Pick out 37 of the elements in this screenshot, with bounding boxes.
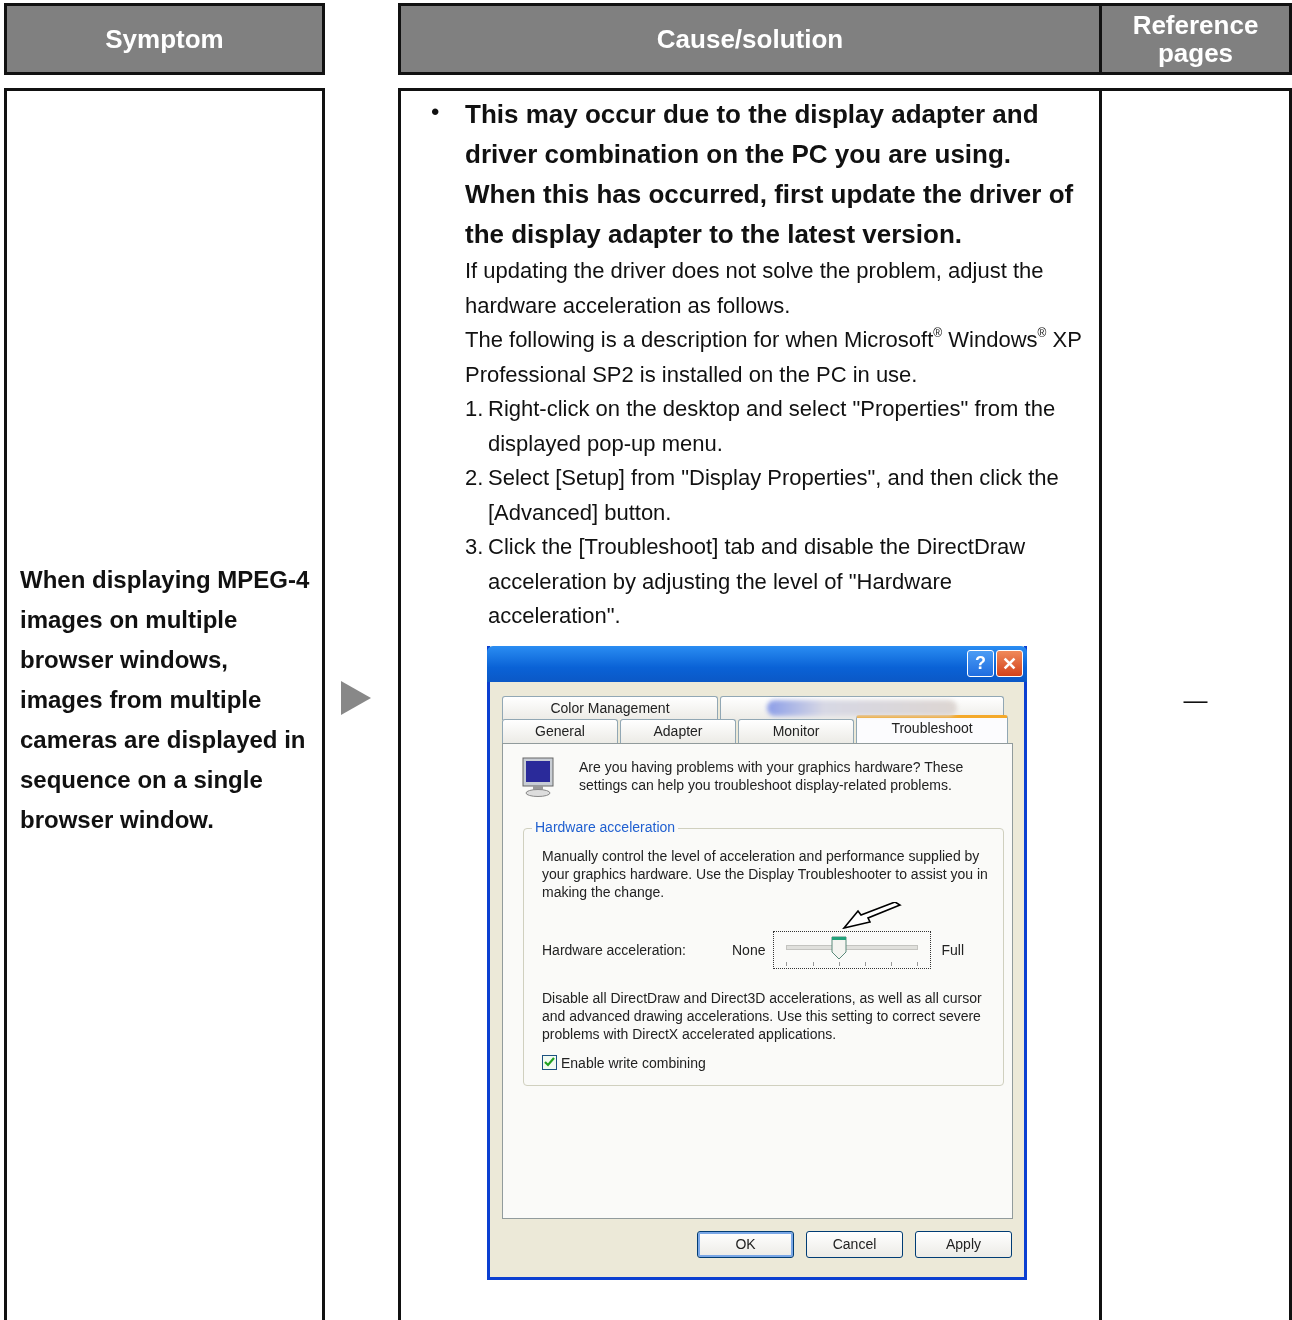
group-title: Hardware acceleration — [532, 818, 679, 835]
step-text: Click the [Troubleshoot] tab and disable the DirectDraw acceleration by adjusting the level of "Hardware acceleration". — [488, 533, 1027, 630]
column-header: Cause/solution — [398, 3, 1102, 75]
tab[interactable]: Troubleshoot — [856, 714, 1008, 743]
column-header: Symptom — [4, 3, 325, 75]
tab[interactable]: Monitor — [738, 718, 854, 743]
slider[interactable] — [773, 930, 932, 969]
intro-text: Are you having problems with your graphics hardware? These settings can help you troubleshoot display-related problems. — [579, 757, 965, 794]
pointer-arrow — [842, 901, 902, 929]
description-text: Manually control the level of acceleration and performance supplied by your graphics hardware. Use the Display Troubleshooter to assist you in making the change. — [542, 846, 989, 901]
paragraph: If updating the driver does not solve the problem, adjust the hardware acceleration as follows. — [465, 257, 1045, 320]
slider-min-label: None — [732, 941, 766, 958]
paragraph: The following is a description for when Microsoft$^{®}$ Windows$^{®}$ XP Professional SP2 is installed on the PC in use. — [465, 325, 1083, 389]
step-number: 1. — [465, 395, 485, 423]
step-number: 3. — [465, 533, 485, 561]
setting-description: Disable all DirectDraw and Direct3D accelerations, as well as all cursor and advanced drawing accelerations. Use this setting to correct severe problems with DirectX accelerated applications. — [542, 988, 983, 1043]
dialog-button[interactable]: Apply — [915, 1230, 1012, 1258]
arrow-icon — [340, 681, 371, 715]
bullet: • — [431, 97, 441, 127]
tab[interactable]: Color Management — [502, 695, 718, 720]
slider-thumb[interactable] — [831, 935, 848, 960]
step-text: Select [Setup] from "Display Properties", and then click the [Advanced] button. — [488, 464, 1060, 527]
tab[interactable]: Adapter — [620, 718, 736, 743]
tab[interactable]: General — [502, 718, 618, 743]
dialog-button[interactable]: Cancel — [806, 1230, 903, 1258]
checkbox-label: Enable write combining — [561, 1054, 706, 1071]
slider-max-label: Full — [941, 941, 965, 958]
symptom-text: When displaying MPEG-4 images on multiple browser windows, images from multiple cameras are displayed in sequence on a single browser window. — [20, 564, 311, 835]
column-header: Reference pages — [1102, 3, 1292, 75]
dialog-button[interactable]: OK — [697, 1230, 794, 1258]
slider-label: Hardware acceleration: — [542, 941, 687, 958]
lead-text: This may occur due to the display adapter and driver combination on the PC you are using. When this has occurred, first update the driver of the display adapter to the latest version. — [465, 98, 1075, 251]
monitor-icon — [521, 755, 557, 798]
step-number: 2. — [465, 464, 485, 492]
checkbox[interactable] — [542, 1055, 557, 1070]
reference-text: — — [1183, 685, 1208, 714]
step-text: Right-click on the desktop and select "Properties" from the displayed pop-up menu. — [488, 395, 1057, 458]
